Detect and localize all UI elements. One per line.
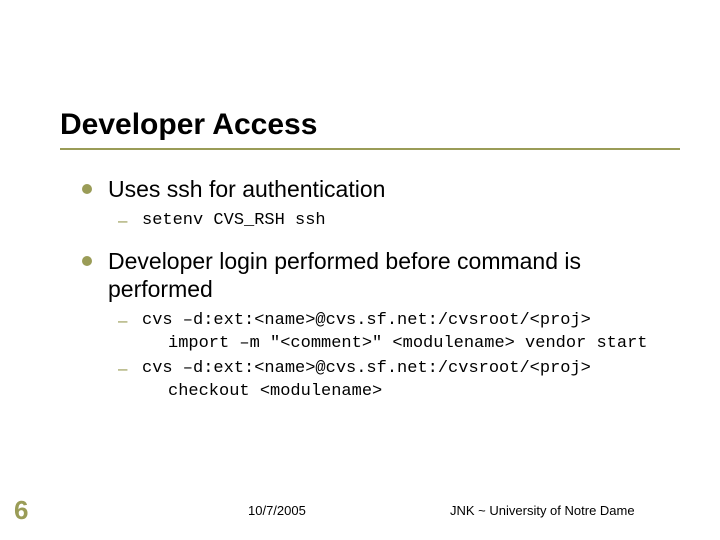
title-underline (60, 148, 680, 150)
code-line: cvs –d:ext:<name>@cvs.sf.net:/cvsroot/<p… (142, 311, 591, 330)
bullet-list: Uses ssh for authentication setenv CVS_R… (80, 175, 670, 404)
bullet-item: Uses ssh for authentication setenv CVS_R… (80, 175, 670, 233)
code-line: cvs –d:ext:<name>@cvs.sf.net:/cvsroot/<p… (142, 359, 591, 378)
slide-content: Uses ssh for authentication setenv CVS_R… (80, 175, 670, 418)
footer-date: 10/7/2005 (248, 503, 306, 518)
footer-affiliation: JNK ~ University of Notre Dame (450, 503, 635, 518)
bullet-text: Developer login performed before command… (108, 248, 581, 303)
sub-bullet-list: setenv CVS_RSH ssh (108, 210, 670, 233)
bullet-item: Developer login performed before command… (80, 247, 670, 404)
code-line: checkout <modulename> (142, 381, 670, 404)
code-line: setenv CVS_RSH ssh (142, 211, 326, 230)
bullet-text: Uses ssh for authentication (108, 176, 385, 202)
sub-bullet-item: cvs –d:ext:<name>@cvs.sf.net:/cvsroot/<p… (108, 358, 670, 404)
code-line: import –m "<comment>" <modulename> vendo… (142, 333, 670, 356)
page-number: 6 (14, 495, 28, 526)
slide-title: Developer Access (60, 108, 317, 142)
sub-bullet-list: cvs –d:ext:<name>@cvs.sf.net:/cvsroot/<p… (108, 310, 670, 404)
sub-bullet-item: setenv CVS_RSH ssh (108, 210, 670, 233)
slide: Developer Access Uses ssh for authentica… (0, 0, 720, 540)
sub-bullet-item: cvs –d:ext:<name>@cvs.sf.net:/cvsroot/<p… (108, 310, 670, 356)
